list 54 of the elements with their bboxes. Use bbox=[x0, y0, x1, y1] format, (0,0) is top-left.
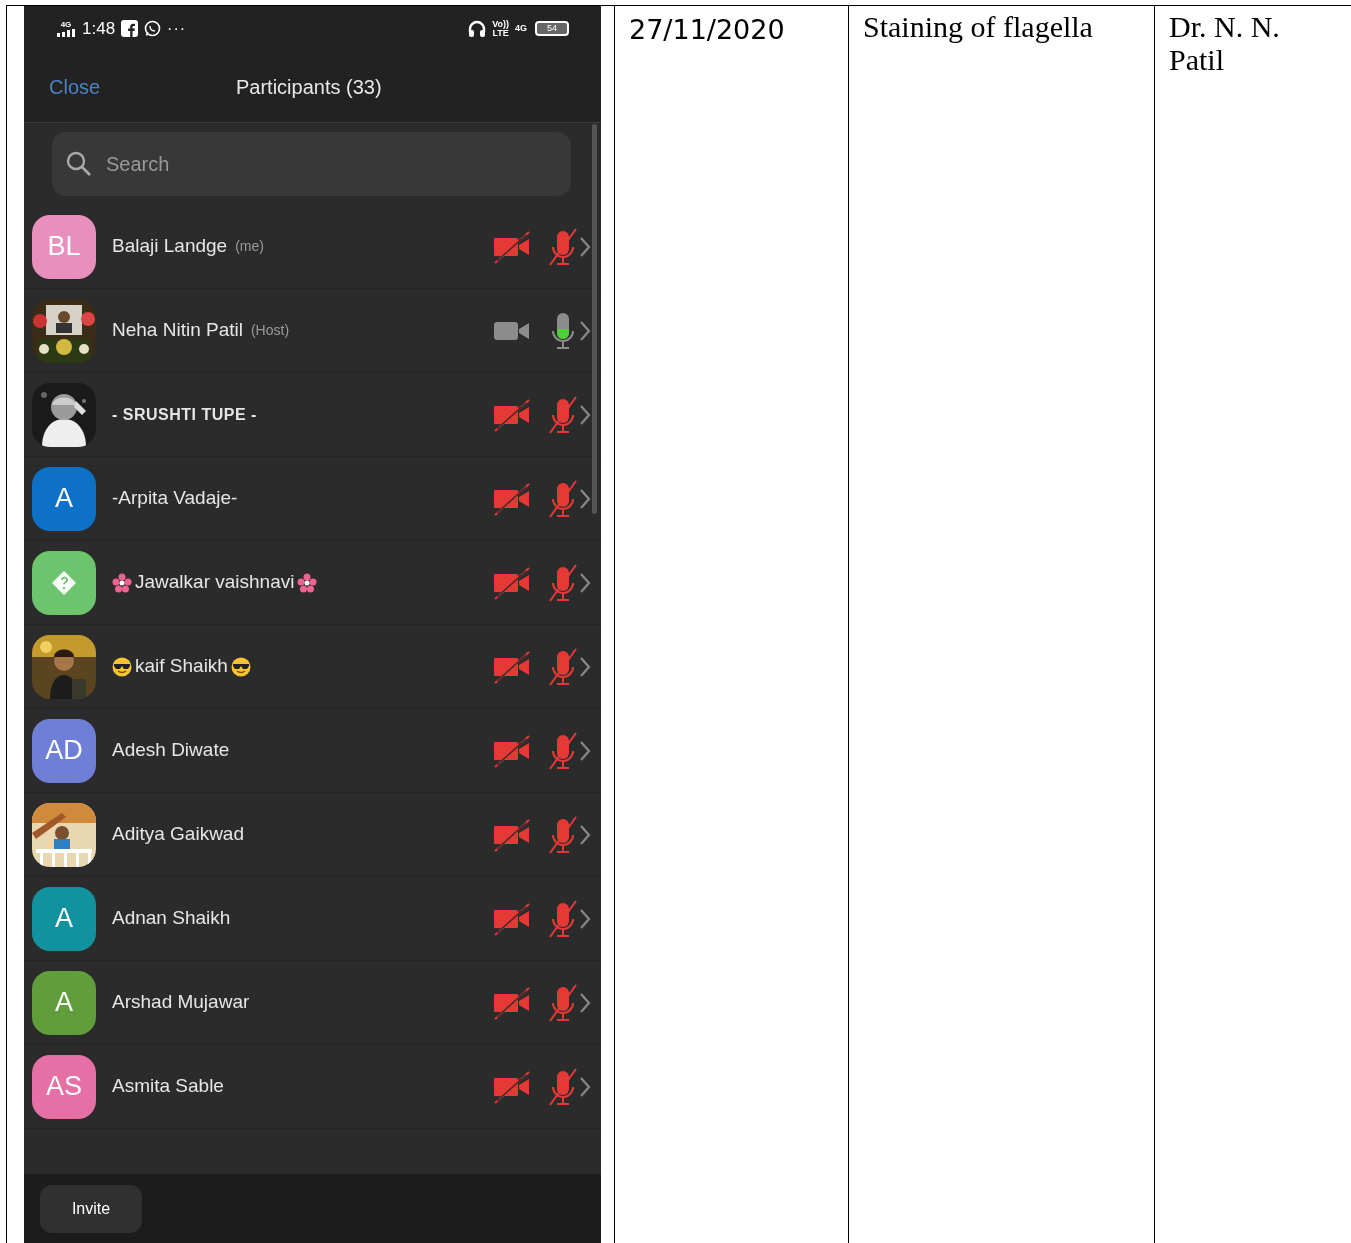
chevron-right-icon bbox=[579, 991, 591, 1014]
chevron-right-icon bbox=[579, 319, 591, 342]
table-cell-text: Dr. N. N. Patil bbox=[1169, 10, 1281, 76]
sunglasses-face-icon bbox=[230, 656, 251, 677]
diamond-icon bbox=[51, 569, 77, 596]
screen-title: Participants (33) bbox=[236, 74, 382, 100]
chevron-right-icon bbox=[579, 235, 591, 258]
network-type-text: 4G bbox=[60, 20, 72, 29]
chevron-right-icon bbox=[579, 1075, 591, 1098]
avatar: AS bbox=[32, 1054, 96, 1119]
participant-name: Balaji Landge bbox=[112, 234, 228, 259]
participant-name: Adesh Diwate bbox=[112, 738, 230, 763]
close-button[interactable]: Close bbox=[49, 71, 101, 102]
avatar: BL bbox=[32, 214, 96, 279]
chevron-right-icon bbox=[579, 655, 591, 678]
chevron-right-icon bbox=[579, 571, 591, 594]
headphones-icon bbox=[468, 19, 487, 38]
date-text: 27/11/2020 bbox=[629, 13, 786, 47]
chevron-right-icon bbox=[579, 403, 591, 426]
chevron-right-icon bbox=[579, 907, 591, 930]
avatar: AD bbox=[32, 718, 96, 783]
participant-name: - SRUSHTI TUPE - bbox=[112, 404, 257, 425]
avatar: A bbox=[32, 970, 96, 1035]
avatar: A bbox=[32, 886, 96, 951]
participant-name: Neha Nitin Patil bbox=[112, 318, 243, 343]
battery-icon: 54 bbox=[535, 21, 569, 36]
role-tag: (Host) bbox=[250, 320, 290, 341]
more-text: ··· bbox=[167, 18, 187, 39]
role-tag: (me) bbox=[235, 236, 264, 257]
lte-text: LTE bbox=[492, 28, 509, 38]
flower-icon bbox=[297, 572, 318, 593]
chevron-right-icon bbox=[579, 739, 591, 762]
participant-name: Jawalkar vaishnavi bbox=[135, 570, 295, 595]
participant-name: kaif Shaikh bbox=[135, 654, 228, 679]
participant-name: Arshad Mujawar bbox=[112, 990, 250, 1015]
search-icon bbox=[66, 151, 92, 177]
sunglasses-face-icon bbox=[112, 656, 132, 677]
participant-name: Asmita Sable bbox=[112, 1074, 224, 1099]
chevron-right-icon bbox=[579, 823, 591, 846]
flower-icon bbox=[112, 572, 132, 593]
chevron-right-icon bbox=[579, 487, 591, 510]
volte-text: Vo)) bbox=[492, 19, 509, 29]
search-field[interactable]: Search bbox=[52, 132, 571, 196]
signal-icon bbox=[56, 28, 76, 37]
clock-text: 1:48 bbox=[82, 17, 116, 40]
data-network-text: 4G bbox=[515, 21, 527, 35]
avatar: A bbox=[32, 466, 96, 531]
facebook-icon bbox=[121, 20, 139, 37]
participant-name: Aditya Gaikwad bbox=[112, 822, 244, 847]
participant-name: Adnan Shaikh bbox=[112, 906, 231, 931]
invite-button[interactable]: Invite bbox=[40, 1185, 142, 1233]
participant-name: -Arpita Vadaje- bbox=[112, 486, 238, 511]
chat-bubble-icon bbox=[144, 20, 162, 37]
table-cell-text: Staining of flagella bbox=[863, 10, 1094, 43]
